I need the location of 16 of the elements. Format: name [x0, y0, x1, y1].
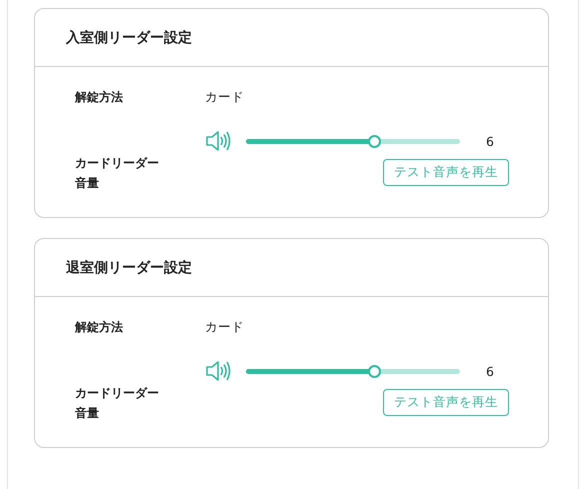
play-test-sound-button[interactable]: テスト音声を再生 [383, 389, 509, 416]
play-test-sound-button[interactable]: テスト音声を再生 [383, 159, 509, 186]
slider-handle[interactable] [368, 134, 382, 148]
volume-value: 6 [486, 134, 494, 148]
card-title: 入室側リーダー設定 [66, 28, 192, 46]
field-label: カードリーダー音量 [75, 385, 160, 422]
field-value: カード [205, 318, 244, 336]
field-label: 解錠方法 [75, 89, 124, 106]
field-label: カードリーダー音量 [75, 155, 160, 192]
field-label: 解錠方法 [75, 319, 124, 336]
field-value: カード [205, 88, 244, 106]
speaker-icon [205, 129, 231, 153]
slider-handle[interactable] [368, 364, 382, 378]
speaker-icon [205, 359, 231, 383]
card-title: 退室側リーダー設定 [66, 258, 192, 276]
volume-value: 6 [486, 364, 494, 378]
